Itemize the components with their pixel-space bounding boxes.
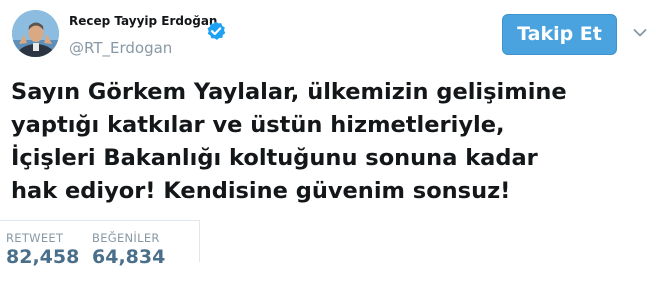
chevron-down-icon[interactable] — [633, 28, 647, 38]
retweet-label: RETWEET — [6, 231, 64, 245]
retweet-count: 82,458 — [6, 246, 80, 268]
tweet-line: hak ediyor! Kendisine güvenim sonsuz! — [11, 178, 511, 204]
avatar[interactable] — [12, 10, 59, 57]
avatar-image — [12, 10, 59, 57]
tweet-line: İçişleri Bakanlığı koltuğunu sonuna kada… — [11, 145, 538, 171]
likes-label: BEĞENİLER — [92, 231, 160, 245]
tweet-line: Sayın Görkem Yaylalar, ülkemizin gelişim… — [11, 79, 567, 105]
stats-divider-vertical — [199, 220, 200, 262]
stats-divider — [0, 220, 200, 221]
tweet-line: yaptığı katkılar ve üstün hizmetleriyle, — [11, 112, 505, 138]
author-name[interactable]: Recep Tayyip Erdoğan — [69, 14, 217, 28]
likes-stat[interactable]: BEĞENİLER 64,834 — [92, 231, 165, 268]
author-handle[interactable]: @RT_Erdogan — [69, 39, 172, 57]
follow-button[interactable]: Takip Et — [502, 14, 617, 55]
retweet-stat[interactable]: RETWEET 82,458 — [6, 231, 79, 268]
tweet-text: Sayın Görkem Yaylalar, ülkemizin gelişim… — [11, 76, 641, 208]
verified-badge-icon — [207, 21, 226, 40]
likes-count: 64,834 — [92, 246, 166, 268]
